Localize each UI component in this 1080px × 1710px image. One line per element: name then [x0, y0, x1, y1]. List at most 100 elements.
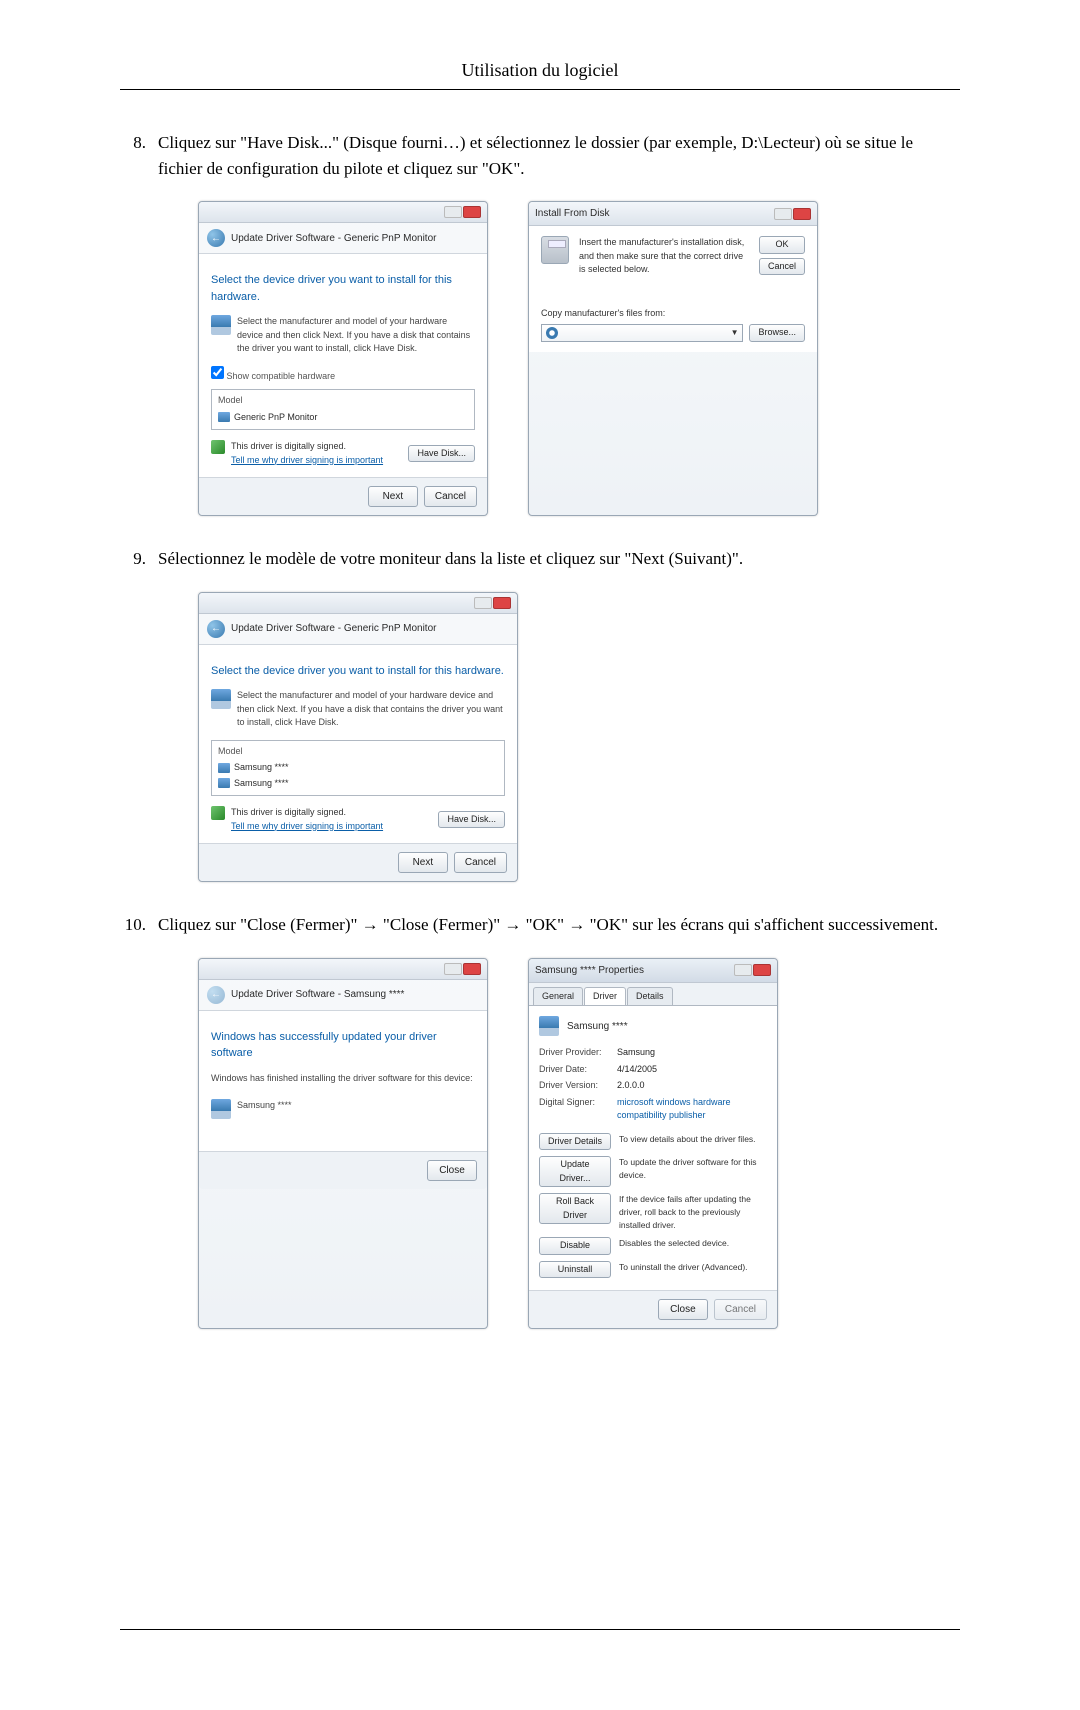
- step-number: 8.: [120, 130, 158, 516]
- back-icon[interactable]: ←: [207, 229, 225, 247]
- copy-from-label: Copy manufacturer's files from:: [541, 307, 805, 321]
- step-number: 9.: [120, 546, 158, 882]
- shield-icon: [211, 806, 225, 820]
- date-value: 4/14/2005: [617, 1063, 767, 1077]
- dialog-subtext: Select the manufacturer and model of you…: [237, 689, 505, 730]
- back-icon: ←: [207, 986, 225, 1004]
- tab-driver[interactable]: Driver: [584, 987, 626, 1006]
- back-icon[interactable]: ←: [207, 620, 225, 638]
- tab-general[interactable]: General: [533, 987, 583, 1006]
- uninstall-button[interactable]: Uninstall: [539, 1261, 611, 1279]
- tabs: General Driver Details: [529, 983, 777, 1006]
- tab-details[interactable]: Details: [627, 987, 673, 1006]
- dialog-heading: Select the device driver you want to ins…: [211, 272, 475, 305]
- list-item[interactable]: Generic PnP Monitor: [234, 411, 317, 425]
- disable-button[interactable]: Disable: [539, 1237, 611, 1255]
- checkbox-label: Show compatible hardware: [227, 371, 336, 381]
- close-icon: [493, 597, 511, 609]
- step-9: 9. Sélectionnez le modèle de votre monit…: [120, 546, 960, 882]
- version-value: 2.0.0.0: [617, 1079, 767, 1093]
- rollback-driver-button[interactable]: Roll Back Driver: [539, 1193, 611, 1224]
- next-button[interactable]: Next: [368, 486, 418, 507]
- page-title: Utilisation du logiciel: [120, 60, 960, 90]
- device-name: Samsung ****: [237, 1099, 292, 1119]
- signer-label: Digital Signer:: [539, 1096, 617, 1123]
- monitor-icon: [211, 689, 231, 709]
- list-item[interactable]: Samsung ****: [234, 777, 289, 791]
- cancel-button[interactable]: Cancel: [454, 852, 507, 873]
- provider-label: Driver Provider:: [539, 1046, 617, 1060]
- signing-link[interactable]: Tell me why driver signing is important: [231, 820, 383, 834]
- list-item[interactable]: Samsung ****: [234, 761, 289, 775]
- provider-value: Samsung: [617, 1046, 767, 1060]
- step-number: 10.: [120, 912, 158, 1329]
- update-driver-dialog-selectmodel: ← Update Driver Software - Generic PnP M…: [198, 592, 518, 883]
- version-label: Driver Version:: [539, 1079, 617, 1093]
- signing-link[interactable]: Tell me why driver signing is important: [231, 454, 383, 468]
- monitor-icon: [539, 1016, 559, 1036]
- floppy-icon: [541, 236, 569, 264]
- cancel-button[interactable]: Cancel: [424, 486, 477, 507]
- close-icon: [463, 206, 481, 218]
- signer-value: microsoft windows hardware compatibility…: [617, 1096, 767, 1123]
- ok-button[interactable]: OK: [759, 236, 805, 254]
- driver-details-button[interactable]: Driver Details: [539, 1133, 611, 1151]
- device-name: Samsung ****: [567, 1019, 628, 1034]
- step-text: Cliquez sur "Close (Fermer)" → "Close (F…: [158, 915, 938, 934]
- step-text: Cliquez sur "Have Disk..." (Disque fourn…: [158, 133, 913, 178]
- update-driver-button[interactable]: Update Driver...: [539, 1156, 611, 1187]
- drive-combobox[interactable]: ▼: [541, 324, 743, 342]
- update-success-dialog: ← Update Driver Software - Samsung **** …: [198, 958, 488, 1330]
- dialog-title: Samsung **** Properties: [535, 963, 644, 978]
- close-icon: [753, 964, 771, 976]
- chevron-down-icon: ▼: [731, 327, 739, 339]
- breadcrumb-text: Update Driver Software - Samsung ****: [231, 987, 404, 1002]
- close-button[interactable]: Close: [427, 1160, 477, 1181]
- update-driver-desc: To update the driver software for this d…: [619, 1156, 767, 1182]
- list-label: Model: [218, 394, 468, 408]
- monitor-icon: [211, 315, 231, 335]
- device-properties-dialog: Samsung **** Properties General Driver D…: [528, 958, 778, 1330]
- page-footer-rule: [120, 1629, 960, 1630]
- signed-text: This driver is digitally signed.: [231, 806, 383, 820]
- step-10: 10. Cliquez sur "Close (Fermer)" → "Clos…: [120, 912, 960, 1329]
- have-disk-button[interactable]: Have Disk...: [408, 445, 475, 463]
- show-compatible-checkbox[interactable]: [211, 366, 224, 379]
- window-controls[interactable]: [473, 597, 511, 609]
- list-label: Model: [218, 745, 498, 759]
- next-button[interactable]: Next: [398, 852, 448, 873]
- window-controls[interactable]: [443, 206, 481, 218]
- shield-icon: [211, 440, 225, 454]
- step-text: Sélectionnez le modèle de votre moniteur…: [158, 549, 743, 568]
- monitor-small-icon: [218, 778, 230, 788]
- breadcrumb-text: Update Driver Software - Generic PnP Mon…: [231, 231, 436, 246]
- dialog-subtext: Select the manufacturer and model of you…: [237, 315, 475, 356]
- monitor-icon: [211, 1099, 231, 1119]
- disk-icon: [546, 327, 558, 339]
- dialog-heading: Windows has successfully updated your dr…: [211, 1029, 475, 1062]
- close-icon: [793, 208, 811, 220]
- update-driver-dialog-havedisk: ← Update Driver Software - Generic PnP M…: [198, 201, 488, 516]
- monitor-small-icon: [218, 763, 230, 773]
- model-listbox[interactable]: Model Samsung **** Samsung ****: [211, 740, 505, 797]
- cancel-button[interactable]: Cancel: [759, 258, 805, 276]
- window-controls[interactable]: [773, 208, 811, 220]
- dialog-title: Install From Disk: [535, 206, 609, 221]
- close-icon: [463, 963, 481, 975]
- window-controls[interactable]: [443, 963, 481, 975]
- disable-desc: Disables the selected device.: [619, 1237, 767, 1250]
- dialog-subtext: Windows has finished installing the driv…: [211, 1072, 475, 1086]
- monitor-small-icon: [218, 412, 230, 422]
- rollback-driver-desc: If the device fails after updating the d…: [619, 1193, 767, 1231]
- breadcrumb-text: Update Driver Software - Generic PnP Mon…: [231, 621, 436, 636]
- have-disk-button[interactable]: Have Disk...: [438, 811, 505, 829]
- install-from-disk-dialog: Install From Disk Insert the manufacture…: [528, 201, 818, 516]
- close-button[interactable]: Close: [658, 1299, 708, 1320]
- model-listbox[interactable]: Model Generic PnP Monitor: [211, 389, 475, 430]
- date-label: Driver Date:: [539, 1063, 617, 1077]
- dialog-heading: Select the device driver you want to ins…: [211, 663, 505, 680]
- window-controls[interactable]: [733, 964, 771, 976]
- uninstall-desc: To uninstall the driver (Advanced).: [619, 1261, 767, 1274]
- browse-button[interactable]: Browse...: [749, 324, 805, 342]
- cancel-button: Cancel: [714, 1299, 767, 1320]
